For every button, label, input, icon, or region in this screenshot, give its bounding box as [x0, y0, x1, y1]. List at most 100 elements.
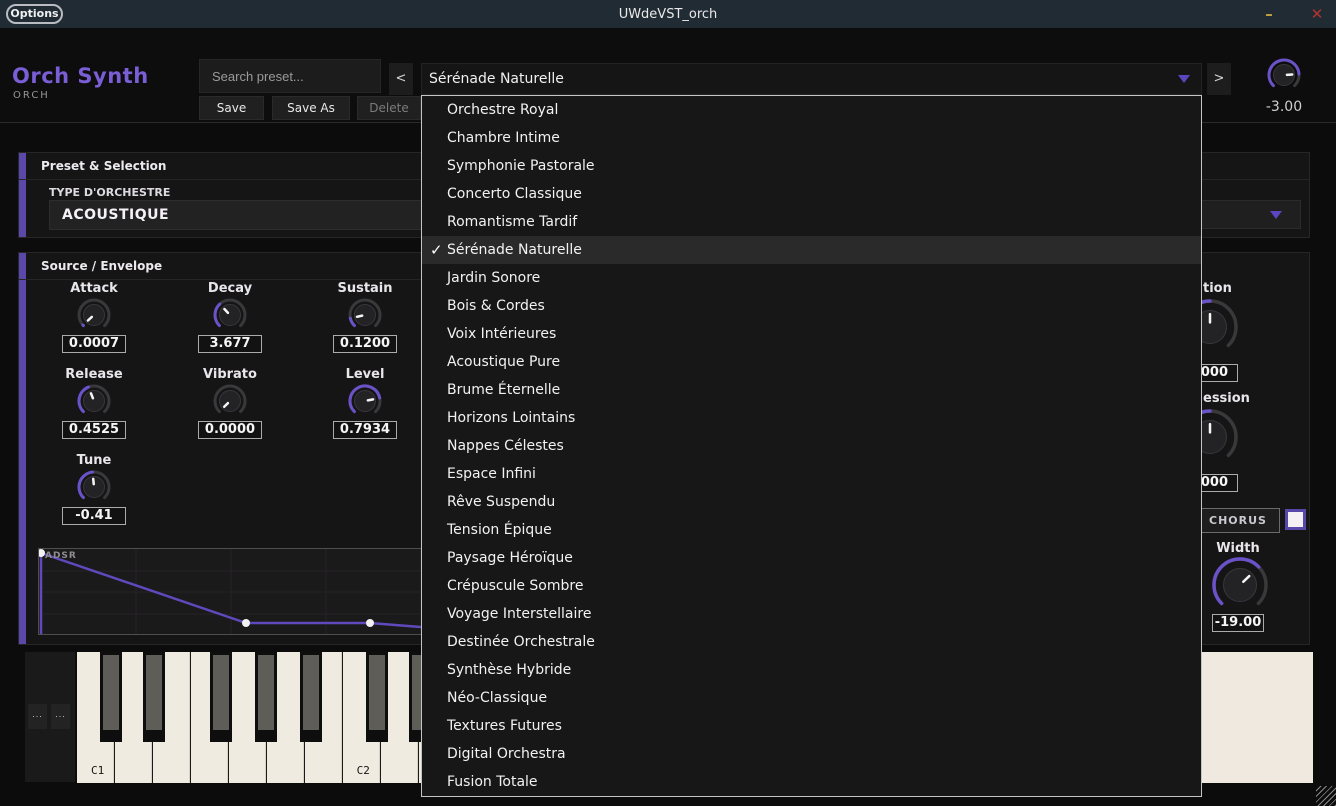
release-label: Release: [65, 367, 123, 382]
preset-menu-item-label: Fusion Totale: [447, 774, 538, 790]
preset-menu-item-label: Voyage Interstellaire: [447, 606, 592, 622]
preset-menu-item[interactable]: Paysage Héroïque: [422, 544, 1201, 572]
release-knob[interactable]: [76, 383, 112, 423]
sustain-knob[interactable]: [347, 297, 383, 337]
preset-menu-item[interactable]: Voix Intérieures: [422, 320, 1201, 348]
preset-menu-item[interactable]: Nappes Célestes: [422, 432, 1201, 460]
previous-preset-button[interactable]: <: [389, 63, 413, 95]
attack-label: Attack: [70, 281, 118, 296]
expression-label-clipped: ession: [1203, 391, 1250, 406]
preset-menu-item-label: Brume Éternelle: [447, 382, 561, 398]
preset-menu-item-label: Tension Épique: [447, 522, 552, 538]
delete-button[interactable]: Delete: [357, 96, 421, 120]
minimize-icon[interactable]: –: [1258, 3, 1280, 25]
black-key[interactable]: [255, 652, 277, 742]
preset-menu-item[interactable]: Synthèse Hybride: [422, 656, 1201, 684]
orchestra-type-label: TYPE D'ORCHESTRE: [49, 186, 171, 199]
preset-menu-item-label: Textures Futures: [447, 718, 562, 734]
level-value[interactable]: 0.7934: [333, 421, 397, 439]
width-label: Width: [1216, 541, 1260, 556]
preset-menu-item-label: Nappes Célestes: [447, 438, 564, 454]
preset-menu-item[interactable]: Néo-Classique: [422, 684, 1201, 712]
preset-menu-item[interactable]: Crépuscule Sombre: [422, 572, 1201, 600]
preset-menu-item-label: Symphonie Pastorale: [447, 158, 595, 174]
keyboard-option-button[interactable]: ...: [28, 704, 47, 729]
preset-menu-item[interactable]: Bois & Cordes: [422, 292, 1201, 320]
panel-accent-strip: [19, 153, 26, 237]
sustain-value[interactable]: 0.1200: [333, 335, 397, 353]
preset-menu-item-label: Acoustique Pure: [447, 354, 561, 370]
preset-menu-item[interactable]: Chambre Intime: [422, 124, 1201, 152]
checkmark-icon: ✓: [430, 241, 443, 259]
preset-menu-item-label: Romantisme Tardif: [447, 214, 578, 230]
preset-menu-item-label: Néo-Classique: [447, 690, 548, 706]
preset-menu-item[interactable]: Jardin Sonore: [422, 264, 1201, 292]
preset-menu-item[interactable]: Espace Infini: [422, 460, 1201, 488]
preset-menu-item[interactable]: Horizons Lointains: [422, 404, 1201, 432]
decay-value[interactable]: 3.677: [198, 335, 262, 353]
chorus-checkbox[interactable]: [1285, 509, 1306, 530]
master-volume-knob[interactable]: [1266, 57, 1302, 97]
decay-knob[interactable]: [212, 297, 248, 337]
preset-menu-item[interactable]: Rêve Suspendu: [422, 488, 1201, 516]
black-key-face: [258, 655, 274, 730]
sustain-label: Sustain: [337, 281, 393, 296]
release-value[interactable]: 0.4525: [62, 421, 126, 439]
modulation-label-clipped: tion: [1203, 281, 1232, 296]
tune-knob[interactable]: [76, 469, 112, 509]
vibrato-value[interactable]: 0.0000: [198, 421, 262, 439]
tune-value[interactable]: -0.41: [62, 507, 126, 525]
app-logo: Orch Synth: [12, 64, 149, 88]
preset-menu-item-label: Concerto Classique: [447, 186, 582, 202]
preset-menu-item-label: Horizons Lointains: [447, 410, 576, 426]
width-knob[interactable]: [1211, 556, 1269, 618]
next-preset-button[interactable]: >: [1207, 63, 1231, 95]
level-label: Level: [345, 367, 385, 382]
black-key-face: [146, 655, 162, 730]
attack-knob[interactable]: [76, 297, 112, 337]
preset-menu-item-label: Rêve Suspendu: [447, 494, 556, 510]
attack-value[interactable]: 0.0007: [62, 335, 126, 353]
resize-grip-icon[interactable]: [1316, 786, 1336, 806]
preset-menu-item[interactable]: Brume Éternelle: [422, 376, 1201, 404]
keyboard-option-button[interactable]: ...: [51, 704, 70, 729]
preset-menu-item[interactable]: Orchestre Royal: [422, 96, 1201, 124]
black-key[interactable]: [300, 652, 322, 742]
black-key[interactable]: [143, 652, 165, 742]
width-value[interactable]: -19.00: [1212, 614, 1264, 632]
preset-menu-item[interactable]: Textures Futures: [422, 712, 1201, 740]
preset-menu-item[interactable]: Acoustique Pure: [422, 348, 1201, 376]
decay-label: Decay: [207, 281, 253, 296]
key-label: C1: [91, 764, 105, 777]
preset-menu-item[interactable]: ✓ Sérénade Naturelle: [422, 236, 1201, 264]
vibrato-knob[interactable]: [212, 383, 248, 423]
black-key[interactable]: [100, 652, 122, 742]
master-volume-value: -3.00: [1265, 99, 1303, 115]
preset-menu-item-label: Jardin Sonore: [447, 270, 541, 286]
preset-menu-item[interactable]: Symphonie Pastorale: [422, 152, 1201, 180]
save-as-button[interactable]: Save As: [272, 96, 350, 120]
preset-menu-item-label: Chambre Intime: [447, 130, 560, 146]
preset-combobox[interactable]: Sérénade Naturelle: [421, 63, 1202, 95]
level-knob[interactable]: [347, 383, 383, 423]
key-label: C2: [356, 764, 370, 777]
title-bar: Options UWdeVST_orch – ✕: [0, 0, 1336, 29]
preset-menu-item[interactable]: Digital Orchestra: [422, 740, 1201, 768]
preset-menu-item[interactable]: Concerto Classique: [422, 180, 1201, 208]
preset-menu-item[interactable]: Romantisme Tardif: [422, 208, 1201, 236]
preset-menu-item-label: Espace Infini: [447, 466, 536, 482]
preset-menu-item[interactable]: Destinée Orchestrale: [422, 628, 1201, 656]
black-key[interactable]: [365, 652, 388, 742]
close-icon[interactable]: ✕: [1306, 3, 1328, 25]
preset-menu-item[interactable]: Fusion Totale: [422, 768, 1201, 796]
black-key[interactable]: [210, 652, 232, 742]
search-input[interactable]: [199, 59, 381, 93]
window-title: UWdeVST_orch: [618, 7, 718, 22]
save-button[interactable]: Save: [199, 96, 264, 120]
preset-menu-item[interactable]: Tension Épique: [422, 516, 1201, 544]
keyboard-right-section[interactable]: [1202, 652, 1313, 783]
preset-menu-item[interactable]: Voyage Interstellaire: [422, 600, 1201, 628]
chevron-down-icon: [1270, 211, 1282, 219]
app-logo-subtitle: ORCH: [13, 90, 50, 101]
preset-menu-item-label: Bois & Cordes: [447, 298, 545, 314]
